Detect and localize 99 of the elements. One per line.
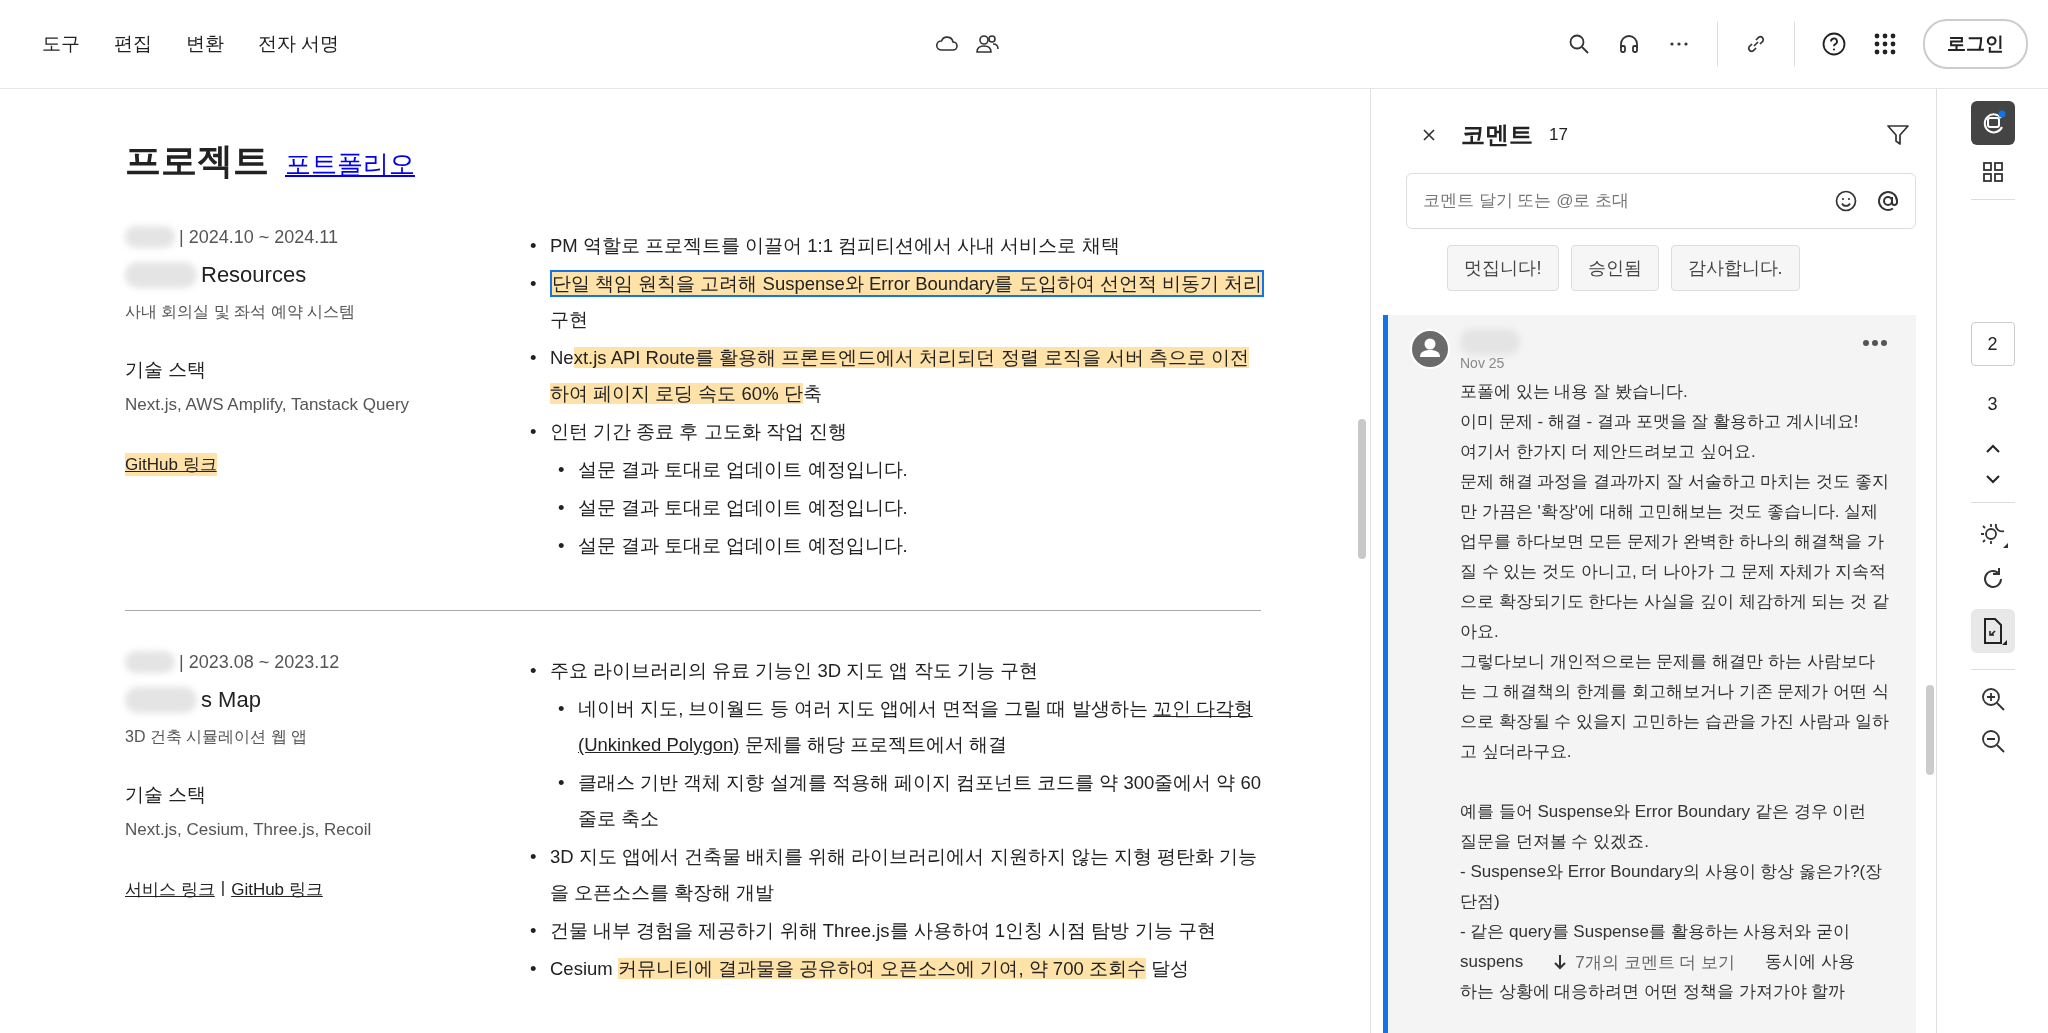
comment-line: - 같은 query를 Suspense를 활용하는 사용처와 굳이 bbox=[1460, 921, 1852, 943]
comment-line: 질문을 던져볼 수 있겠죠. bbox=[1460, 831, 1650, 853]
bullet-text: 인턴 기간 종료 후 고도화 작업 진행 bbox=[550, 420, 847, 444]
emoji-icon[interactable] bbox=[1834, 189, 1858, 213]
document-title: 프로젝트 bbox=[125, 139, 269, 183]
menu-item[interactable]: 도구 bbox=[42, 31, 80, 57]
comment-line: suspens bbox=[1460, 951, 1524, 973]
bullet-text: 주요 라이브러리의 유료 기능인 3D 지도 앱 작도 기능 구현 bbox=[550, 659, 1038, 683]
headphones-icon[interactable] bbox=[1617, 32, 1641, 56]
stack-list: Next.js, Cesium, Three.js, Recoil bbox=[125, 820, 530, 840]
bullet-text: Next.js API Route를 활용해 프론트엔드에서 처리되던 정렬 로직을 서버 측으로 이전하여 페이지 로딩 속도 60% 단축 bbox=[550, 346, 1251, 406]
blurred-name bbox=[125, 687, 197, 713]
filter-icon[interactable] bbox=[1885, 122, 1911, 148]
document-tool-button[interactable] bbox=[1970, 609, 2015, 653]
project-description: 3D 건축 시뮬레이션 웹 앱 bbox=[125, 727, 309, 747]
comment-line: 고 싶더라구요. bbox=[1460, 741, 1573, 763]
comment-line: 으로 확장될 수 있을지 고민하는 습관을 가진 사람과 일하 bbox=[1460, 711, 1890, 733]
comment-line: 여기서 한가지 더 제안드려보고 싶어요. bbox=[1460, 441, 1757, 463]
quick-reply-button[interactable]: 멋집니다! bbox=[1447, 245, 1559, 291]
page-number[interactable]: 3 bbox=[1970, 382, 2015, 426]
bullet-text: 설문 결과 토대로 업데이트 예정입니다. bbox=[578, 496, 908, 520]
menu-item[interactable]: 편집 bbox=[114, 31, 152, 57]
project-name: Resources bbox=[201, 262, 307, 288]
blurred-name bbox=[125, 226, 175, 248]
quick-reply-button[interactable]: 감사합니다. bbox=[1670, 245, 1800, 291]
project-period: | 2023.08 ~ 2023.12 bbox=[179, 651, 340, 673]
down-arrow-icon bbox=[1553, 954, 1568, 970]
project-description: 사내 회의실 및 좌석 예약 시스템 bbox=[125, 302, 357, 322]
comment-line: 포폴에 있는 내용 잘 봤습니다. bbox=[1460, 381, 1689, 403]
blurred-name bbox=[125, 262, 197, 288]
comment-line: - Suspense와 Error Boundary의 사용이 항상 옳은가?(장 bbox=[1460, 861, 1884, 883]
comment-line: 그렇다보니 개인적으로는 문제를 해결만 하는 사람보다 bbox=[1460, 651, 1876, 673]
mention-icon[interactable] bbox=[1876, 189, 1900, 213]
project-period: | 2024.10 ~ 2024.11 bbox=[179, 226, 338, 248]
bullet-marker: • bbox=[558, 697, 566, 721]
bullet-marker: • bbox=[530, 272, 538, 296]
bullet-text: 설문 결과 토대로 업데이트 예정입니다. bbox=[578, 458, 908, 482]
comment-count: 17 bbox=[1549, 125, 1568, 145]
search-icon[interactable] bbox=[1567, 32, 1591, 56]
bullet-text: PM 역할로 프로젝트를 이끌어 1:1 컴피티션에서 사내 서비스로 채택 bbox=[550, 234, 1120, 258]
portfolio-link[interactable]: 포트폴리오 bbox=[285, 147, 415, 182]
project-link[interactable]: 서비스 링크 bbox=[125, 878, 215, 901]
menu-item[interactable]: 전자 서명 bbox=[258, 31, 340, 57]
comment-line: 는 그 해결책의 한계를 회고해보거나 기존 문제가 어떤 식 bbox=[1460, 681, 1890, 703]
comment-line: 업무를 하다보면 모든 문제가 완벽한 하나의 해결책을 가 bbox=[1460, 531, 1886, 553]
comment-line: 문제 해결 과정을 결과까지 잘 서술하고 마치는 것도 좋지 bbox=[1460, 471, 1890, 493]
zoom-in-icon[interactable] bbox=[1979, 686, 2006, 712]
apps-grid-icon[interactable] bbox=[1873, 32, 1897, 56]
quick-reply-button[interactable]: 승인됨 bbox=[1570, 245, 1659, 291]
bullet-marker: • bbox=[530, 420, 538, 444]
zoom-out-icon[interactable] bbox=[1979, 728, 2006, 754]
menu-item[interactable]: 변환 bbox=[186, 31, 224, 57]
help-icon[interactable] bbox=[1821, 31, 1847, 57]
comment-line: 하는 상황에 대응하려면 어떤 정책을 가져가야 할까 bbox=[1460, 981, 1847, 1003]
comment-line: 이미 문제 - 해결 - 결과 포맷을 잘 활용하고 계시네요! bbox=[1460, 411, 1860, 433]
more-icon[interactable] bbox=[1862, 339, 1888, 347]
comment-line: 만 가끔은 '확장'에 대해 고민해보는 것도 좋습니다. 실제 bbox=[1460, 501, 1880, 523]
comment-line: 예를 들어 Suspense와 Error Boundary 같은 경우 이런 bbox=[1460, 801, 1868, 823]
bullet-marker: • bbox=[558, 771, 566, 795]
bullet-marker: • bbox=[558, 458, 566, 482]
comment-line: 아요. bbox=[1460, 621, 1500, 643]
comment-input[interactable]: 코멘트 달기 또는 @로 초대 bbox=[1406, 173, 1916, 229]
bullet-marker: • bbox=[558, 496, 566, 520]
grid-icon[interactable] bbox=[1981, 161, 2004, 183]
bullet-text: 3D 지도 앱에서 건축물 배치를 위해 라이브러리에서 지원하지 않는 지형 평탄화 기능을 오픈소스를 확장해 개발 bbox=[550, 845, 1259, 905]
avatar-icon bbox=[1410, 329, 1450, 369]
bullet-text: 클래스 기반 객체 지향 설계를 적용해 페이지 컴포넌트 코드를 약 300줄에서 약 60줄로 축소 bbox=[578, 771, 1263, 831]
comment-line: 동시에 사용 bbox=[1764, 951, 1855, 973]
scrollbar-thumb[interactable] bbox=[1358, 419, 1366, 559]
bullet-text: 건물 내부 경험을 제공하기 위해 Three.js를 사용하여 1인칭 시점 탐방 기능 구현 bbox=[550, 919, 1216, 943]
comment-tool-button[interactable] bbox=[1970, 101, 2015, 145]
link-separator: | bbox=[220, 878, 226, 899]
bullet-text: 설문 결과 토대로 업데이트 예정입니다. bbox=[578, 534, 908, 558]
bullet-text: Cesium 커뮤니티에 결과물을 공유하여 오픈소스에 기여, 약 700 조회수 달성 bbox=[550, 957, 1189, 981]
bullet-marker: • bbox=[558, 534, 566, 558]
panel-title: 코멘트 bbox=[1461, 120, 1533, 150]
comment-line: 으로 확장되기도 한다는 사실을 깊이 체감하게 되는 것 같 bbox=[1460, 591, 1890, 613]
comment-date: Nov 25 bbox=[1460, 355, 1506, 371]
bullet-marker: • bbox=[530, 659, 538, 683]
close-icon[interactable] bbox=[1421, 127, 1437, 143]
comment-line: 단점) bbox=[1460, 891, 1501, 913]
comment-line: 질 수 있는 것도 아니고, 더 나아가 그 문제 자체가 지속적 bbox=[1460, 561, 1887, 583]
stack-heading: 기술 스택 bbox=[125, 358, 208, 382]
project-link[interactable]: GitHub 링크 bbox=[125, 453, 217, 476]
login-button[interactable]: 로그인 bbox=[1923, 19, 2028, 69]
bullet-marker: • bbox=[530, 957, 538, 981]
people-icon[interactable] bbox=[974, 33, 1000, 55]
page-number[interactable]: 2 bbox=[1970, 322, 2015, 366]
project-name: s Map bbox=[201, 687, 261, 713]
stack-heading: 기술 스택 bbox=[125, 783, 208, 807]
bullet-marker: • bbox=[530, 845, 538, 869]
scrollbar-thumb[interactable] bbox=[1926, 685, 1934, 775]
bullet-marker: • bbox=[530, 346, 538, 370]
stack-list: Next.js, AWS Amplify, Tanstack Query bbox=[125, 395, 530, 415]
bullet-marker: • bbox=[530, 919, 538, 943]
bullet-text: 네이버 지도, 브이월드 등 여러 지도 앱에서 면적을 그릴 때 발생하는 꼬인 다각형 (Unkinked Polygon) 문제를 해당 프로젝트에서 해결 bbox=[578, 697, 1254, 757]
blurred-name bbox=[125, 651, 175, 673]
bullet-marker: • bbox=[530, 234, 538, 258]
project-link[interactable]: GitHub 링크 bbox=[231, 878, 323, 901]
